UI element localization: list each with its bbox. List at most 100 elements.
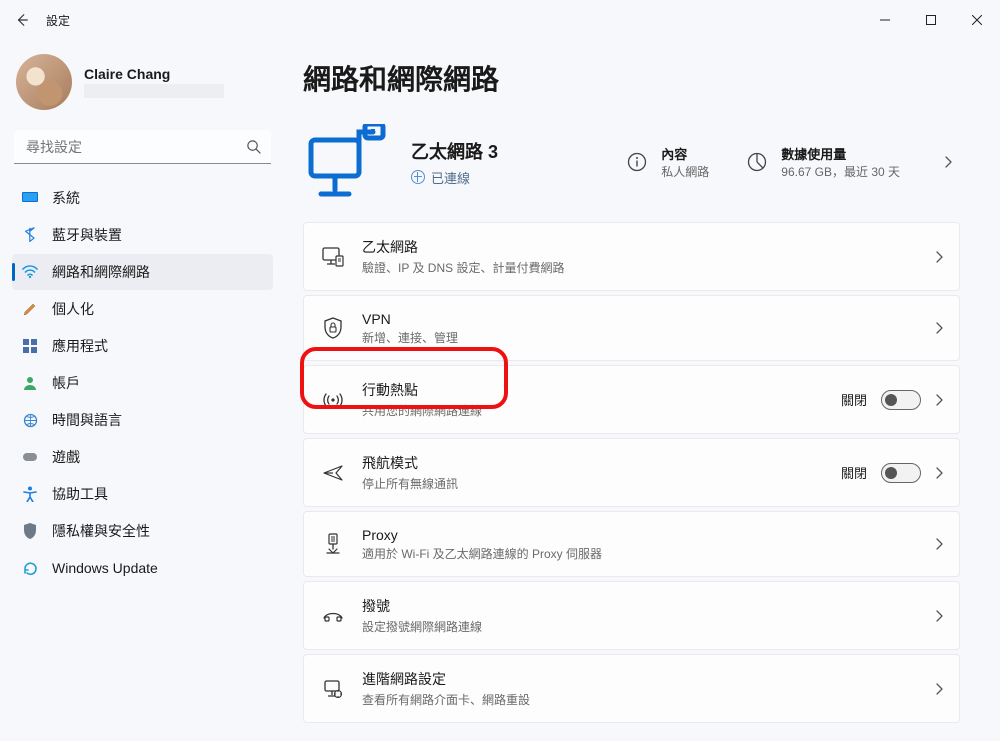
sidebar-item-label: 時間與語言 bbox=[52, 410, 122, 430]
chevron-right-icon bbox=[935, 467, 943, 479]
card-title: 行動熱點 bbox=[362, 380, 841, 400]
sidebar-item-network[interactable]: 網路和網際網路 bbox=[12, 254, 273, 290]
chevron-right-icon bbox=[935, 538, 943, 550]
sidebar: Claire Chang 系統 藍牙與裝置 網路和網際網路 bbox=[0, 40, 285, 741]
sidebar-item-label: Windows Update bbox=[52, 560, 158, 576]
card-sub: 共用您的網際網路連線 bbox=[362, 402, 841, 419]
network-status-row: 乙太網路 3 已連線 內容 私人網路 數據使用量 96.67 GB，最近 30 … bbox=[303, 116, 960, 222]
sidebar-item-privacy[interactable]: 隱私權與安全性 bbox=[12, 513, 273, 549]
account-icon bbox=[22, 375, 38, 391]
profile-name: Claire Chang bbox=[84, 66, 224, 82]
card-ethernet[interactable]: 乙太網路 驗證、IP 及 DNS 設定、計量付費網路 bbox=[303, 222, 960, 291]
globe-clock-icon bbox=[22, 412, 38, 428]
sidebar-item-label: 網路和網際網路 bbox=[52, 262, 150, 282]
sidebar-item-label: 個人化 bbox=[52, 299, 94, 319]
sidebar-item-label: 系統 bbox=[52, 188, 80, 208]
card-sub: 查看所有網路介面卡、網路重設 bbox=[362, 691, 935, 708]
brush-icon bbox=[22, 301, 38, 317]
apps-icon bbox=[22, 338, 38, 354]
window-controls bbox=[862, 0, 1000, 40]
sidebar-item-label: 應用程式 bbox=[52, 336, 108, 356]
page-title: 網路和網際網路 bbox=[303, 58, 960, 98]
maximize-button[interactable] bbox=[908, 0, 954, 40]
search-input[interactable] bbox=[14, 130, 271, 164]
hotspot-toggle[interactable] bbox=[881, 390, 921, 410]
sidebar-item-bluetooth[interactable]: 藍牙與裝置 bbox=[12, 217, 273, 253]
shield-lock-icon bbox=[318, 317, 348, 339]
titlebar: 設定 bbox=[0, 0, 1000, 40]
card-title: VPN bbox=[362, 311, 935, 327]
profile-email-placeholder bbox=[84, 84, 224, 98]
card-sub: 設定撥號網際網路連線 bbox=[362, 618, 935, 635]
card-title: 乙太網路 bbox=[362, 237, 935, 257]
sidebar-item-label: 帳戶 bbox=[52, 373, 80, 393]
chevron-right-icon bbox=[935, 251, 943, 263]
shield-icon bbox=[22, 523, 38, 539]
gamepad-icon bbox=[22, 449, 38, 465]
toggle-state-label: 關閉 bbox=[841, 463, 867, 482]
card-sub: 驗證、IP 及 DNS 設定、計量付費網路 bbox=[362, 259, 935, 276]
sidebar-item-personalization[interactable]: 個人化 bbox=[12, 291, 273, 327]
search-icon bbox=[246, 139, 261, 154]
sidebar-item-time-language[interactable]: 時間與語言 bbox=[12, 402, 273, 438]
profile-block[interactable]: Claire Chang bbox=[10, 40, 275, 126]
dialup-icon bbox=[318, 608, 348, 624]
properties-heading: 內容 bbox=[661, 144, 709, 163]
back-button[interactable] bbox=[14, 12, 30, 28]
card-sub: 新增、連接、管理 bbox=[362, 329, 935, 346]
card-sub: 停止所有無線通訊 bbox=[362, 475, 841, 492]
sidebar-item-gaming[interactable]: 遊戲 bbox=[12, 439, 273, 475]
info-icon bbox=[625, 150, 649, 174]
system-icon bbox=[22, 190, 38, 206]
update-icon bbox=[22, 560, 38, 576]
main-content: 網路和網際網路 乙太網路 3 已連線 bbox=[285, 40, 1000, 741]
accessibility-icon bbox=[22, 486, 38, 502]
globe-icon bbox=[411, 170, 425, 184]
chevron-right-icon bbox=[935, 683, 943, 695]
chevron-right-icon bbox=[935, 394, 943, 406]
properties-sub: 私人網路 bbox=[661, 163, 709, 180]
card-mobile-hotspot[interactable]: 行動熱點 共用您的網際網路連線 關閉 bbox=[303, 365, 960, 434]
hotspot-icon bbox=[318, 390, 348, 410]
airplane-icon bbox=[318, 463, 348, 483]
card-title: Proxy bbox=[362, 527, 935, 543]
sidebar-item-system[interactable]: 系統 bbox=[12, 180, 273, 216]
connection-state: 已連線 bbox=[431, 168, 470, 187]
chevron-right-icon bbox=[935, 610, 943, 622]
status-expand-button[interactable] bbox=[936, 155, 960, 169]
network-illustration-icon bbox=[303, 122, 393, 202]
window-title: 設定 bbox=[46, 12, 70, 29]
sidebar-item-windows-update[interactable]: Windows Update bbox=[12, 550, 273, 586]
sidebar-item-label: 藍牙與裝置 bbox=[52, 225, 122, 245]
sidebar-item-label: 遊戲 bbox=[52, 447, 80, 467]
sidebar-item-accounts[interactable]: 帳戶 bbox=[12, 365, 273, 401]
card-title: 進階網路設定 bbox=[362, 669, 935, 689]
network-properties-link[interactable]: 內容 私人網路 bbox=[625, 144, 709, 180]
data-usage-sub: 96.67 GB，最近 30 天 bbox=[781, 163, 900, 180]
toggle-state-label: 關閉 bbox=[841, 390, 867, 409]
sidebar-item-apps[interactable]: 應用程式 bbox=[12, 328, 273, 364]
close-button[interactable] bbox=[954, 0, 1000, 40]
ethernet-icon bbox=[318, 247, 348, 267]
wifi-icon bbox=[22, 264, 38, 280]
card-title: 飛航模式 bbox=[362, 453, 841, 473]
data-usage-heading: 數據使用量 bbox=[781, 144, 900, 163]
card-proxy[interactable]: Proxy 適用於 Wi-Fi 及乙太網路連線的 Proxy 伺服器 bbox=[303, 511, 960, 577]
card-vpn[interactable]: VPN 新增、連接、管理 bbox=[303, 295, 960, 361]
sidebar-item-accessibility[interactable]: 協助工具 bbox=[12, 476, 273, 512]
card-airplane-mode[interactable]: 飛航模式 停止所有無線通訊 關閉 bbox=[303, 438, 960, 507]
card-advanced-network[interactable]: 進階網路設定 查看所有網路介面卡、網路重設 bbox=[303, 654, 960, 723]
sidebar-item-label: 隱私權與安全性 bbox=[52, 521, 150, 541]
advanced-network-icon bbox=[318, 679, 348, 699]
chevron-right-icon bbox=[935, 322, 943, 334]
airplane-toggle[interactable] bbox=[881, 463, 921, 483]
minimize-button[interactable] bbox=[862, 0, 908, 40]
data-usage-link[interactable]: 數據使用量 96.67 GB，最近 30 天 bbox=[745, 144, 900, 180]
data-usage-icon bbox=[745, 150, 769, 174]
card-dialup[interactable]: 撥號 設定撥號網際網路連線 bbox=[303, 581, 960, 650]
proxy-icon bbox=[318, 533, 348, 555]
card-title: 撥號 bbox=[362, 596, 935, 616]
connection-name: 乙太網路 3 bbox=[411, 138, 498, 164]
card-sub: 適用於 Wi-Fi 及乙太網路連線的 Proxy 伺服器 bbox=[362, 545, 935, 562]
sidebar-item-label: 協助工具 bbox=[52, 484, 108, 504]
